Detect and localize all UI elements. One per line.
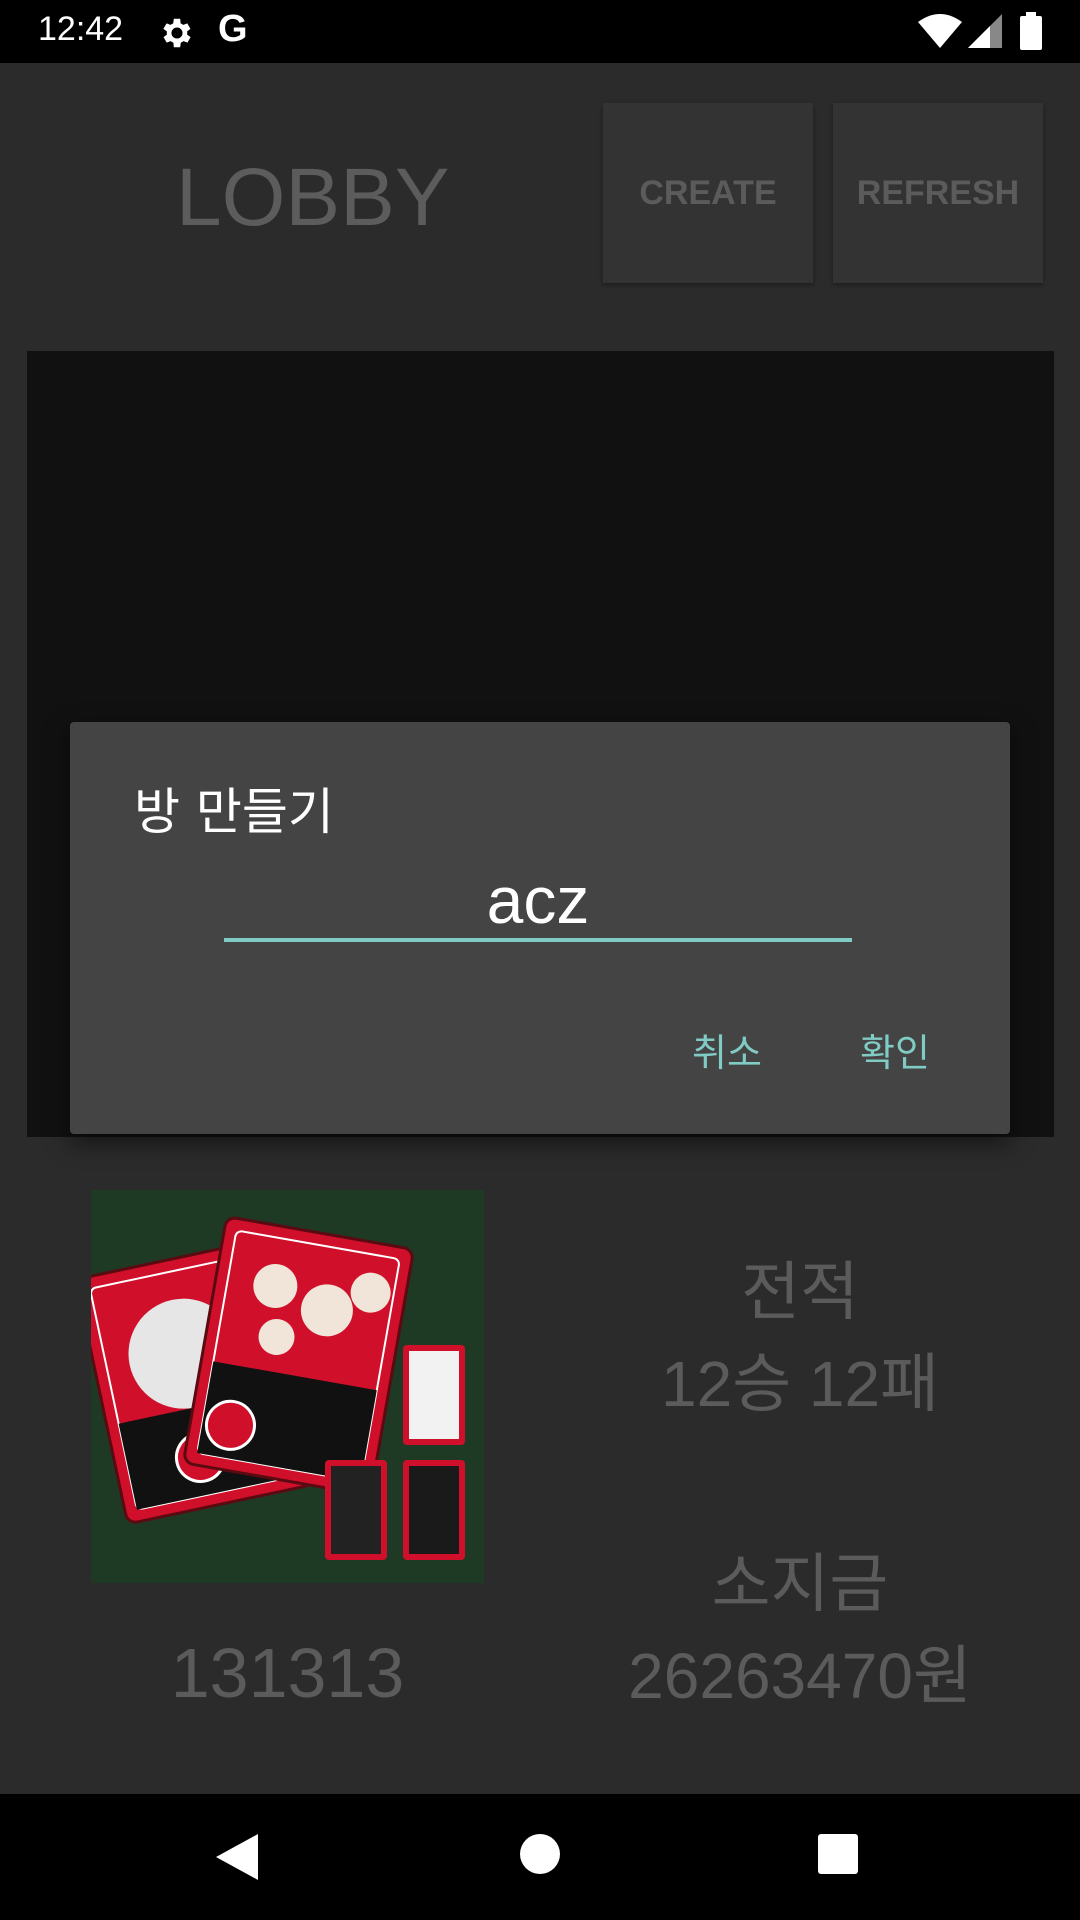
user-name: 131313	[170, 1634, 405, 1712]
dialog-title: 방 만들기	[134, 783, 334, 841]
record-label: 전적	[741, 1256, 859, 1330]
wifi-icon	[918, 14, 962, 48]
create-button[interactable]: CREATE	[603, 103, 813, 283]
money-label: 소지금	[711, 1548, 889, 1622]
refresh-button[interactable]: REFRESH	[833, 103, 1043, 283]
record-block: 전적 12승 12패	[580, 1241, 1020, 1425]
battery-icon	[1020, 12, 1042, 50]
navigation-bar	[0, 1794, 1080, 1920]
ok-button[interactable]: 확인	[860, 1022, 930, 1077]
money-value: 26263470원	[628, 1640, 972, 1712]
record-value: 12승 12패	[661, 1348, 939, 1420]
back-icon[interactable]	[216, 1834, 258, 1880]
recents-icon[interactable]	[818, 1834, 858, 1874]
cancel-button[interactable]: 취소	[692, 1022, 762, 1077]
money-block: 소지금 26263470원	[580, 1533, 1020, 1717]
status-bar: 12:42 G	[0, 0, 1080, 63]
hwatu-cards-image	[91, 1190, 484, 1583]
cards-illustration	[91, 1190, 484, 1583]
google-g-icon: G	[218, 8, 248, 50]
gear-icon	[163, 18, 191, 48]
page-title: LOBBY	[176, 152, 450, 243]
signal-icon	[968, 14, 1002, 48]
room-name-input[interactable]	[224, 862, 852, 942]
home-icon[interactable]	[520, 1834, 560, 1874]
status-time: 12:42	[38, 10, 124, 48]
create-room-dialog: 방 만들기 취소 확인	[70, 722, 1010, 1134]
